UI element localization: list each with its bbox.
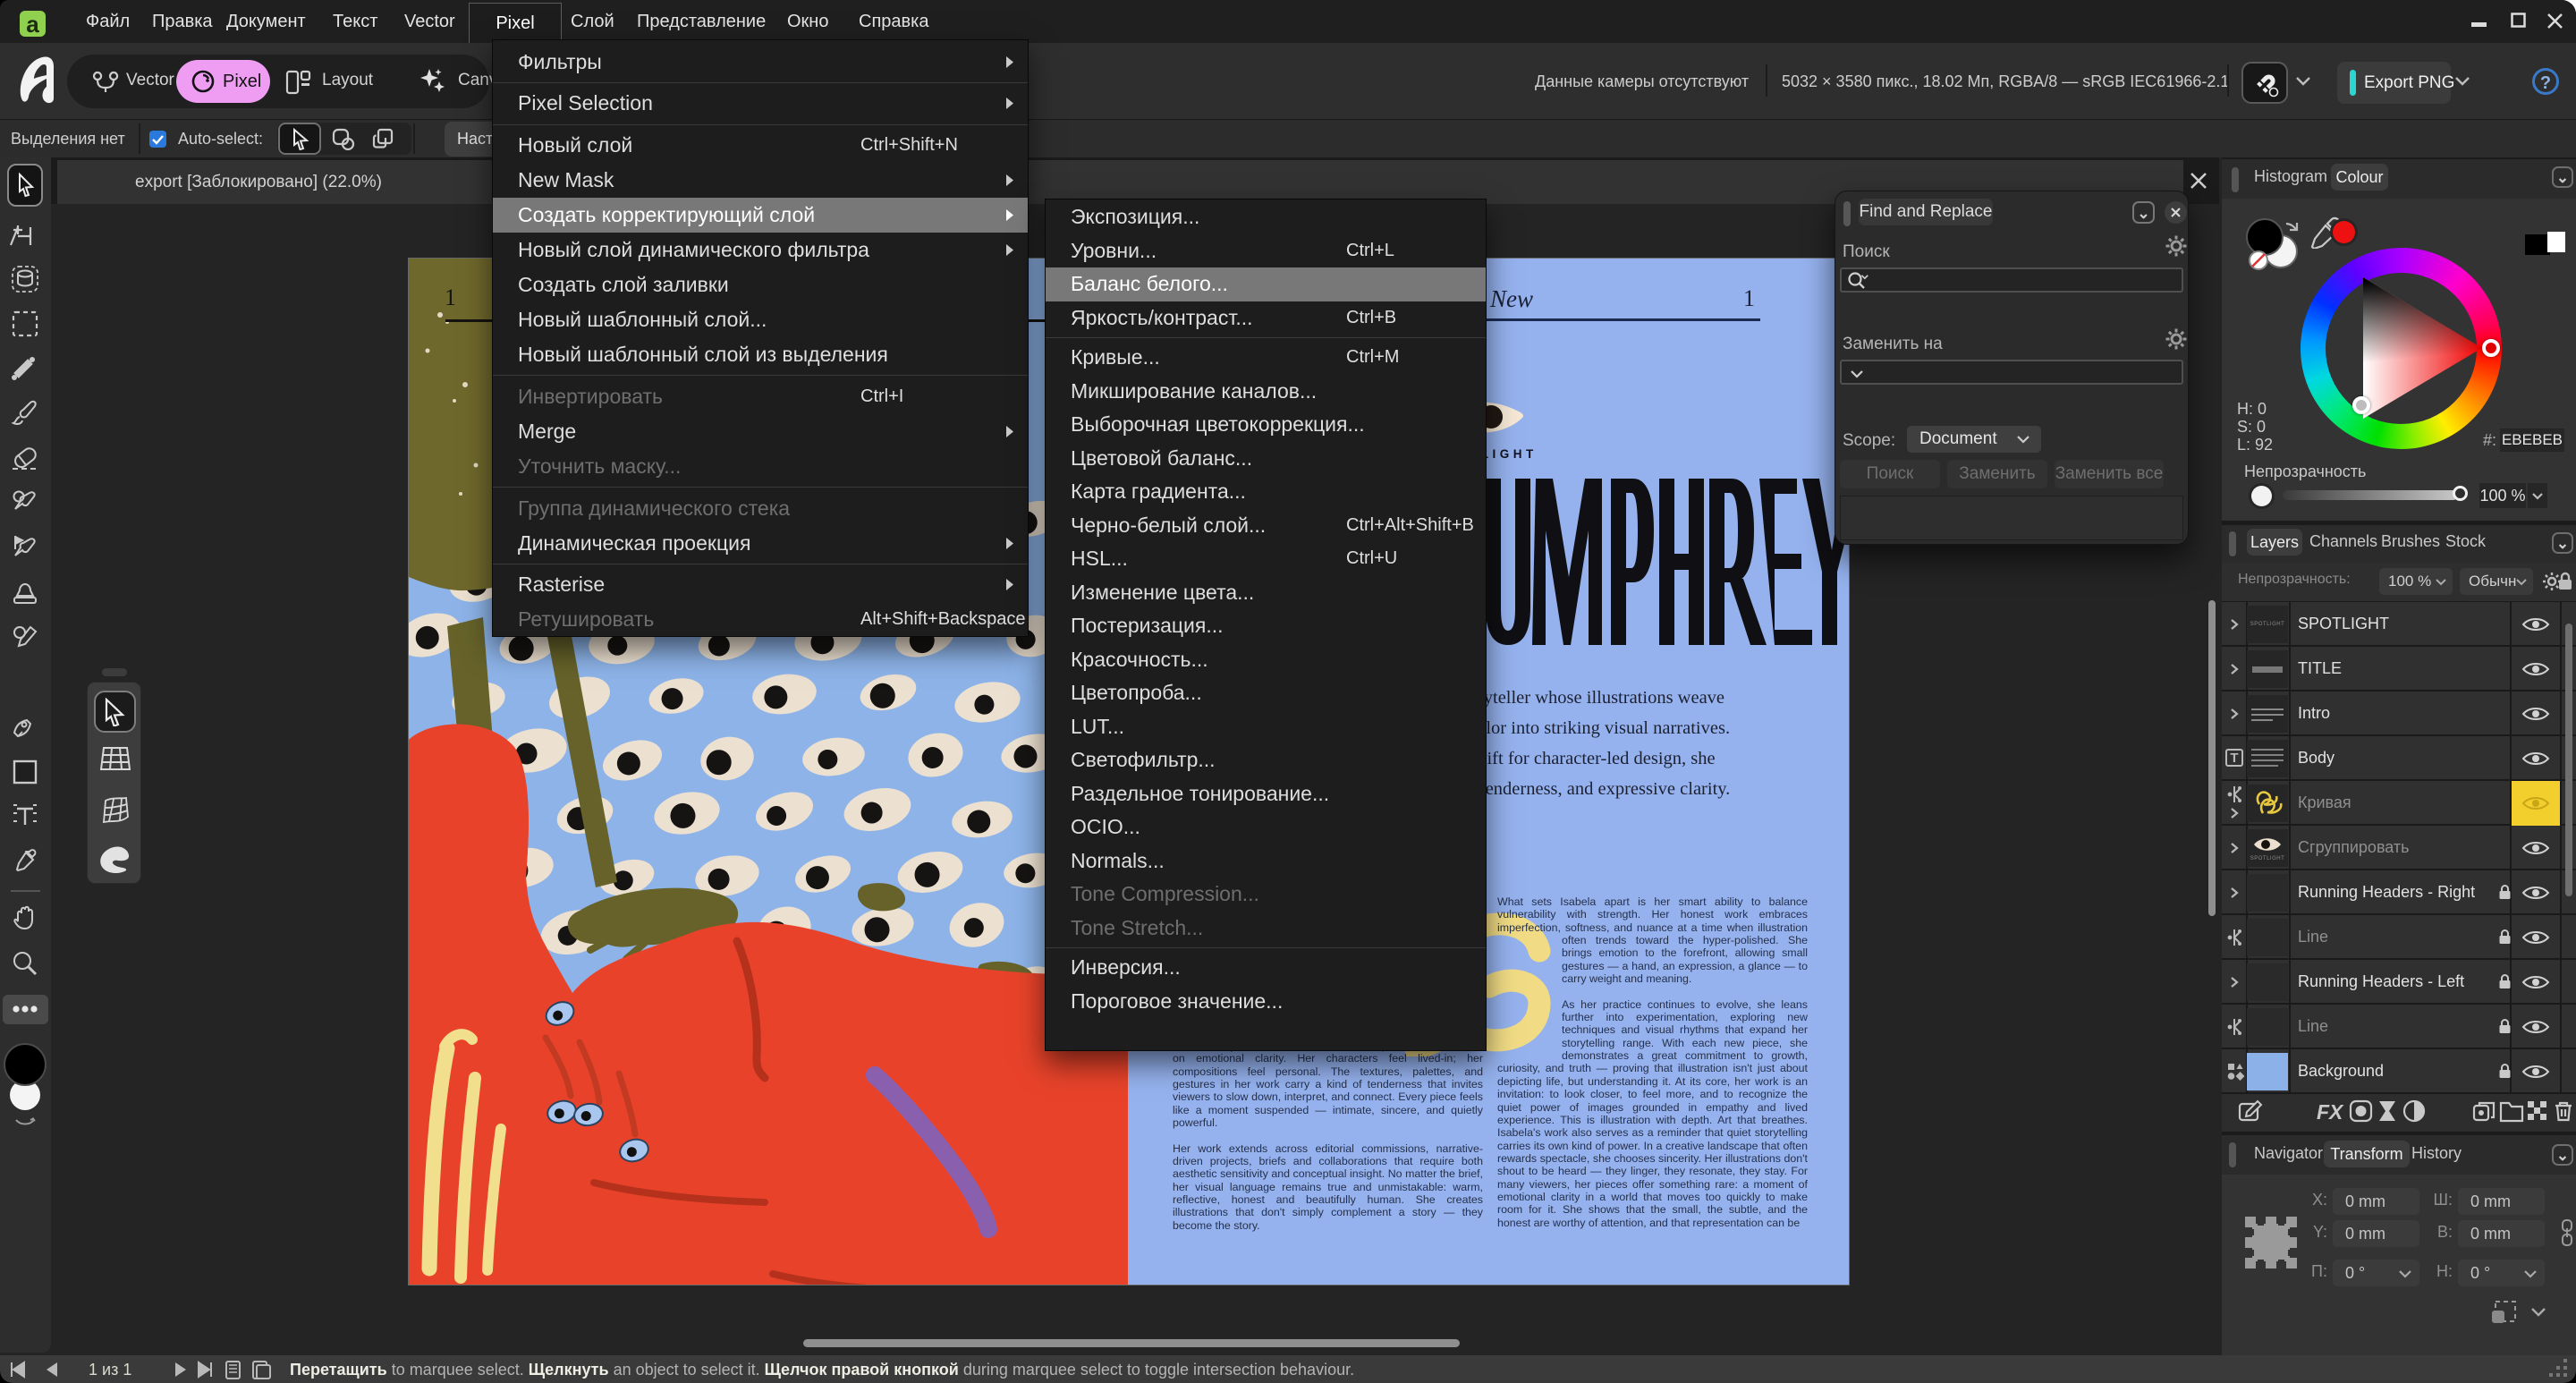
- svg-text:1: 1: [445, 284, 456, 310]
